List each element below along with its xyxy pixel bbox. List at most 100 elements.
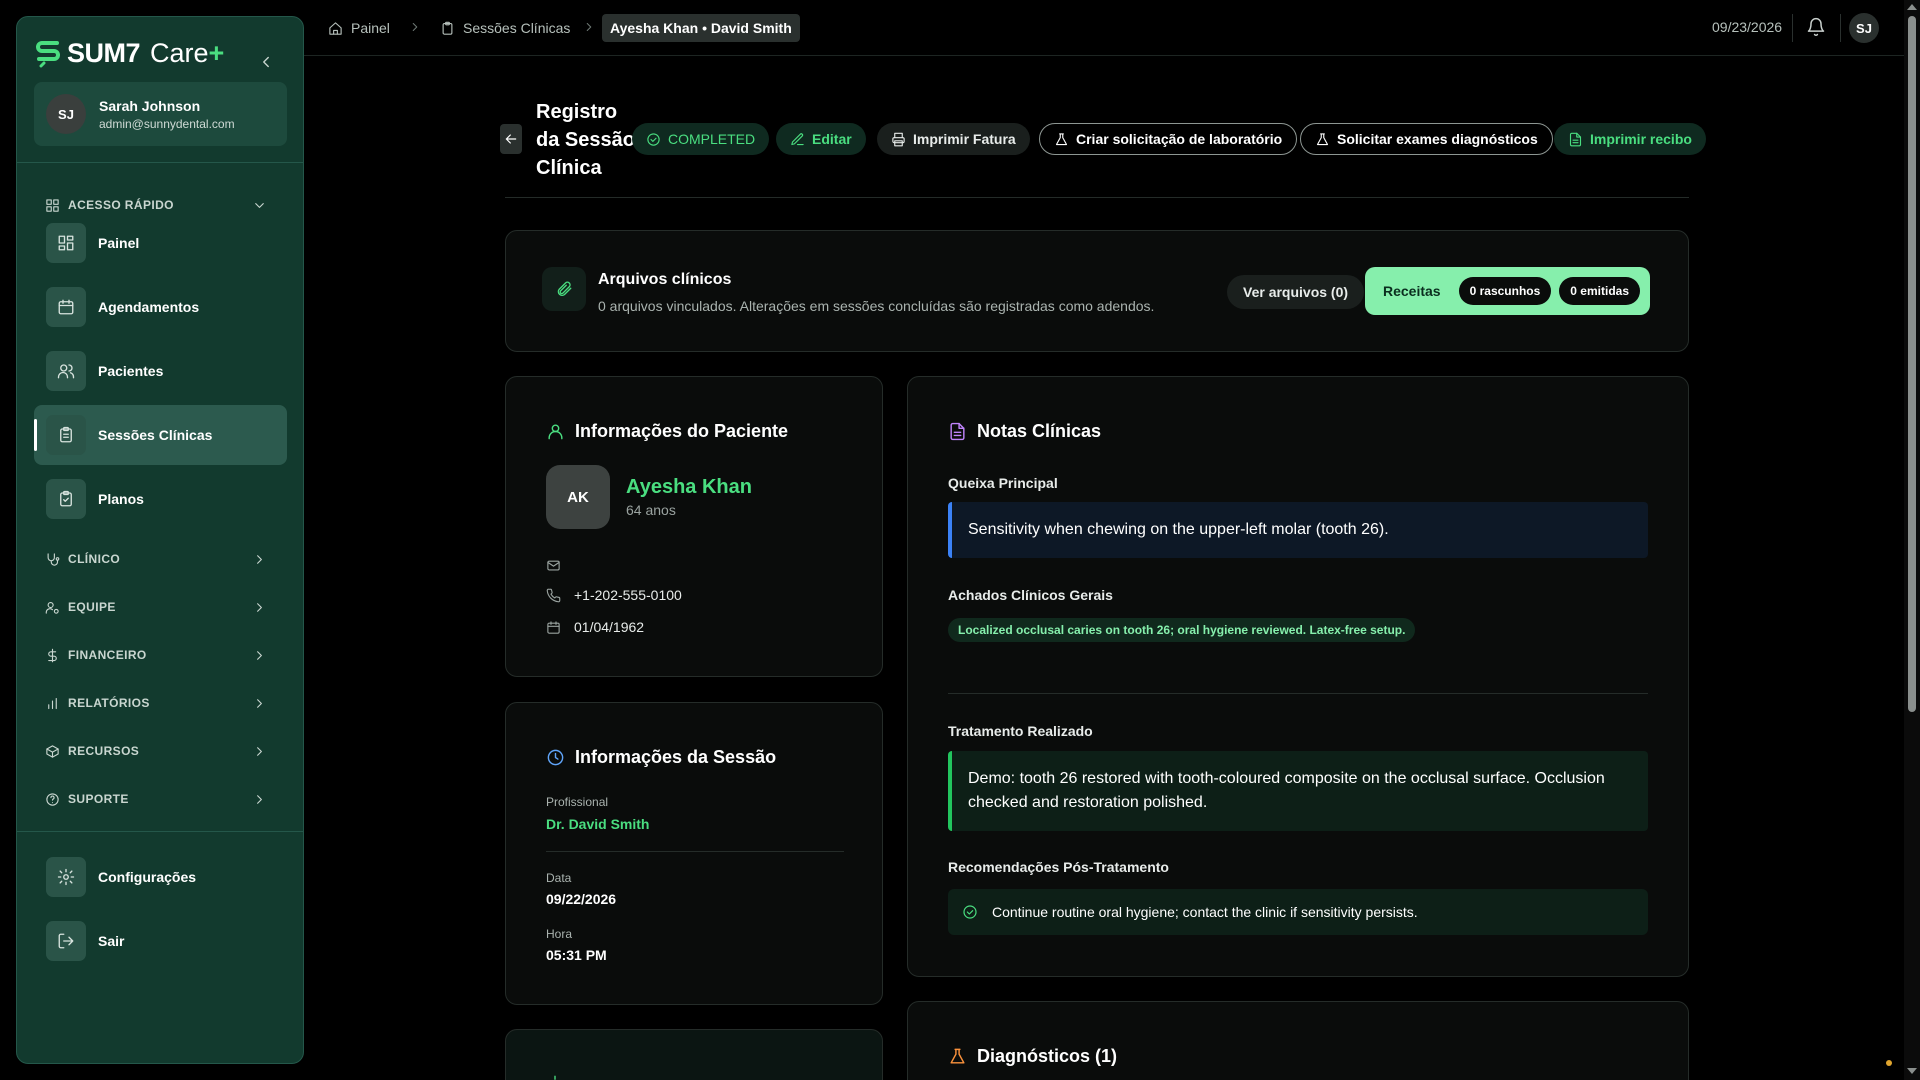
chevron-left-icon xyxy=(263,56,269,68)
patient-name[interactable]: Ayesha Khan xyxy=(626,476,752,499)
chief-complaint-box: Sensitivity when chewing on the upper-le… xyxy=(948,502,1648,558)
diagnostics-request-button[interactable]: Solicitar exames diagnósticos xyxy=(1300,123,1553,155)
user-name: Sarah Johnson xyxy=(99,97,201,114)
clipboard-icon xyxy=(442,21,453,35)
sidebar-section-clinico[interactable]: CLÍNICO xyxy=(45,547,275,571)
bell-icon[interactable] xyxy=(1806,17,1826,37)
dollar-icon xyxy=(48,648,57,662)
collapse-sidebar-button[interactable] xyxy=(257,53,281,77)
breadcrumb-sessoes-clinicas[interactable]: Sessões Clínicas xyxy=(440,14,570,42)
calendar-icon xyxy=(547,620,560,634)
brand-plus: + xyxy=(208,37,225,68)
professional-name[interactable]: Dr. David Smith xyxy=(546,816,649,832)
sidebar-section-label: EQUIPE xyxy=(68,600,116,614)
lab-request-button[interactable]: Criar solicitação de laboratório xyxy=(1039,123,1298,155)
help-circle-icon xyxy=(46,792,59,806)
sidebar-section-label: SUPORTE xyxy=(68,792,129,806)
print-receipt-button[interactable]: Imprimir recibo xyxy=(1554,123,1706,155)
brand-name: SUM7 xyxy=(67,37,141,68)
phone-icon xyxy=(546,588,561,602)
sidebar-item-label: Planos xyxy=(98,491,144,507)
sidebar-section-label: RECURSOS xyxy=(68,744,140,758)
sidebar-divider xyxy=(17,831,303,832)
mail-icon xyxy=(547,560,560,570)
clipboard-check-icon xyxy=(60,490,72,507)
sidebar-item-label: Painel xyxy=(98,235,140,251)
sidebar-section-relatorios[interactable]: RELATÓRIOS xyxy=(45,691,275,715)
calendar-icon xyxy=(58,299,74,315)
sidebar-divider xyxy=(17,162,303,163)
page-title: Registro da Sessão Clínica xyxy=(536,101,635,179)
breadcrumb-label: Painel xyxy=(351,20,390,36)
sidebar-item-configuracoes[interactable]: Configurações xyxy=(34,847,287,907)
users-icon xyxy=(57,364,75,379)
patient-birth-date-value: 01/04/1962 xyxy=(574,619,645,635)
recommendation-text: Continue routine oral hygiene; contact t… xyxy=(992,904,1418,920)
user-icon xyxy=(548,424,563,440)
layout-grid-icon xyxy=(46,198,59,212)
flask-icon xyxy=(1316,132,1329,145)
sidebar-item-sair[interactable]: Sair xyxy=(34,911,287,971)
patient-birth-date: 01/04/1962 xyxy=(546,617,644,637)
print-invoice-button[interactable]: Imprimir Fatura xyxy=(877,123,1030,155)
clock-icon xyxy=(547,749,564,766)
patient-info-card: Informações do Paciente AK Ayesha Khan 6… xyxy=(505,376,883,677)
chevron-down-icon xyxy=(255,202,264,208)
sidebar-item-planos[interactable]: Planos xyxy=(34,469,287,529)
top-bar: Painel Sessões Clínicas Ayesha Khan • Da… xyxy=(304,0,1904,56)
diagnostics-title-text: Diagnósticos (1) xyxy=(977,1046,1118,1066)
professional-label: Profissional xyxy=(546,795,609,809)
patient-email xyxy=(546,555,574,575)
chevron-right-icon xyxy=(257,602,262,612)
quick-access-label: ACESSO RÁPIDO xyxy=(68,198,174,212)
session-time-label: Hora xyxy=(546,927,573,941)
chevron-right-icon xyxy=(257,554,262,564)
additional-card xyxy=(505,1029,883,1080)
chevron-right-icon xyxy=(257,794,262,804)
session-date-label: Data xyxy=(546,871,572,885)
sidebar-item-painel[interactable]: Painel xyxy=(34,213,287,273)
patient-age: 64 anos xyxy=(626,502,676,518)
brand-logo[interactable]: SUM7 Care+ xyxy=(35,35,224,71)
recommendation-item: Continue routine oral hygiene; contact t… xyxy=(948,889,1648,935)
session-divider xyxy=(546,851,844,852)
clinical-notes-title-text: Notas Clínicas xyxy=(977,421,1102,441)
flask-icon xyxy=(950,1048,965,1064)
chevron-right-icon xyxy=(257,698,262,708)
user-card[interactable]: SJ Sarah Johnson admin@sunnydental.com xyxy=(34,82,287,146)
user-cog-icon xyxy=(45,601,59,614)
sidebar-section-financeiro[interactable]: FINANCEIRO xyxy=(45,643,275,667)
findings-label: Achados Clínicos Gerais xyxy=(948,587,1113,603)
prescriptions-button[interactable]: Receitas 0 rascunhos 0 emitidas xyxy=(1365,267,1650,315)
user-avatar-button[interactable]: SJ xyxy=(1849,13,1879,43)
current-date: 09/23/2026 xyxy=(1712,19,1783,35)
session-date: 09/22/2026 xyxy=(546,891,617,907)
sidebar-item-agendamentos[interactable]: Agendamentos xyxy=(34,277,287,337)
topbar-divider xyxy=(1792,14,1793,42)
notes-divider xyxy=(948,693,1648,694)
scroll-down-arrow-icon[interactable] xyxy=(1906,1066,1918,1076)
sidebar-section-equipe[interactable]: EQUIPE xyxy=(45,595,275,619)
scrollbar-thumb[interactable] xyxy=(1908,16,1916,712)
paperclip-glyph xyxy=(557,281,572,296)
view-files-button[interactable]: Ver arquivos (0) xyxy=(1227,275,1365,309)
recommendations-label: Recomendações Pós-Tratamento xyxy=(948,859,1169,875)
sidebar-item-label: Pacientes xyxy=(98,363,164,379)
sidebar-section-suporte[interactable]: SUPORTE xyxy=(45,787,275,811)
breadcrumb-current: Ayesha Khan • David Smith xyxy=(602,14,800,42)
sidebar-item-label: Sair xyxy=(98,933,125,949)
sidebar-item-pacientes[interactable]: Pacientes xyxy=(34,341,287,401)
sidebar-item-sessoes-clinicas[interactable]: Sessões Clínicas xyxy=(34,405,287,465)
topbar-divider xyxy=(1840,14,1841,42)
edit-button[interactable]: Editar xyxy=(776,123,866,155)
session-info-title-text: Informações da Sessão xyxy=(575,747,777,767)
scroll-up-arrow-icon[interactable] xyxy=(1906,2,1918,12)
stethoscope-icon xyxy=(47,552,60,566)
diagnostics-title: Diagnósticos (1) xyxy=(948,1046,1117,1067)
breadcrumb-painel[interactable]: Painel xyxy=(328,14,390,42)
dashboard-grid-icon xyxy=(58,235,74,251)
back-button[interactable] xyxy=(500,124,522,154)
breadcrumb-label: Sessões Clínicas xyxy=(463,20,571,36)
sidebar-section-recursos[interactable]: RECURSOS xyxy=(45,739,275,763)
flask-icon xyxy=(1055,132,1068,145)
